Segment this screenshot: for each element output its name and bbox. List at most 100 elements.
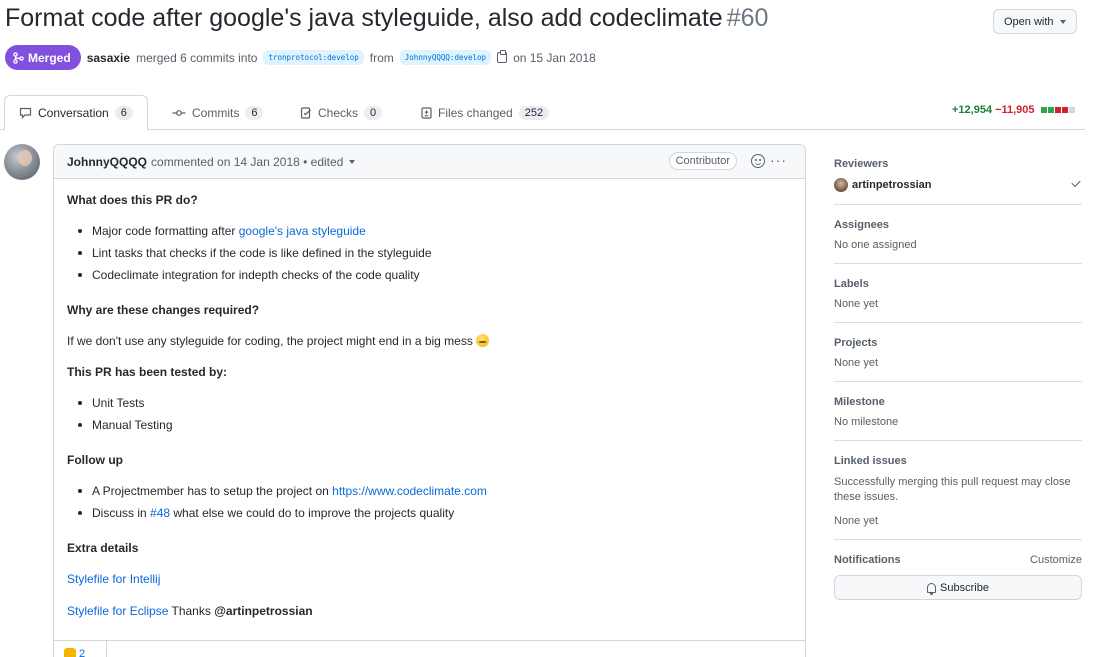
status-badge-label: Merged bbox=[28, 50, 71, 65]
list-item-text: A Projectmember has to setup the project… bbox=[92, 484, 333, 498]
sidebar-heading[interactable]: Reviewers bbox=[834, 158, 1082, 170]
tab-commits[interactable]: Commits 6 bbox=[172, 95, 264, 130]
commit-icon bbox=[172, 109, 186, 116]
comment-author[interactable]: JohnnyQQQQ bbox=[67, 155, 147, 169]
projects-section: Projects None yet bbox=[834, 323, 1082, 382]
additions-count: +12,954 bbox=[952, 104, 993, 116]
list-item: Unit Tests bbox=[67, 395, 792, 417]
stylefile-eclipse-link[interactable]: Stylefile for Eclipse bbox=[67, 604, 168, 618]
tab-label: Conversation bbox=[38, 106, 109, 120]
diffstat-block bbox=[1054, 107, 1061, 113]
from-text: from bbox=[369, 50, 394, 65]
diffstat-block bbox=[1061, 107, 1068, 113]
merged-text: merged 6 commits into bbox=[136, 50, 258, 65]
head-branch[interactable]: JohnnyQQQQ:develop bbox=[399, 50, 492, 65]
merge-date: on 15 Jan 2018 bbox=[513, 50, 596, 65]
sidebar-heading[interactable]: Milestone bbox=[834, 396, 1082, 408]
pr-number: #60 bbox=[726, 4, 769, 32]
styleguide-link[interactable]: google's java styleguide bbox=[239, 224, 366, 238]
tab-files-changed[interactable]: Files changed 252 bbox=[421, 95, 550, 130]
notifications-header: Notifications Customize bbox=[834, 554, 1082, 566]
diffstat-block bbox=[1047, 107, 1054, 113]
pr-title: Format code after google's java stylegui… bbox=[5, 4, 723, 32]
reaction-count: 2 bbox=[79, 648, 86, 657]
subscribe-button[interactable]: Subscribe bbox=[834, 575, 1082, 600]
list-item: Discuss in #48 what else we could do to … bbox=[67, 505, 792, 527]
list-item: Manual Testing bbox=[67, 417, 792, 439]
tab-counter: 6 bbox=[245, 105, 264, 120]
comment-meta[interactable]: commented on 14 Jan 2018 • edited bbox=[151, 155, 343, 169]
bell-icon bbox=[927, 582, 937, 595]
more-options-icon[interactable]: ··· bbox=[770, 152, 787, 168]
issue-link[interactable]: #48 bbox=[150, 506, 170, 520]
merge-icon bbox=[13, 51, 24, 64]
list-item-text: what else we could do to improve the pro… bbox=[170, 506, 455, 520]
author-avatar[interactable] bbox=[4, 144, 40, 180]
chevron-down-icon[interactable] bbox=[349, 159, 356, 164]
labels-section: Labels None yet bbox=[834, 264, 1082, 323]
copy-icon[interactable] bbox=[497, 50, 508, 63]
assignees-value: No one assigned bbox=[834, 239, 917, 251]
user-mention[interactable]: @artinpetrossian bbox=[214, 604, 312, 618]
what-list: Major code formatting after google's jav… bbox=[67, 223, 792, 289]
add-reaction-icon[interactable] bbox=[751, 154, 765, 168]
avatar bbox=[834, 178, 848, 192]
file-diff-icon bbox=[421, 106, 432, 119]
paragraph-text: If we don't use any styleguide for codin… bbox=[67, 334, 473, 348]
reviewer-item[interactable]: artinpetrossian bbox=[834, 178, 1082, 192]
pr-meta: Merged sasaxie merged 6 commits into tro… bbox=[5, 45, 596, 70]
diffstat-block bbox=[1068, 107, 1075, 113]
reviewer-name: artinpetrossian bbox=[852, 179, 932, 191]
linked-issues-value: None yet bbox=[834, 515, 879, 527]
linked-issues-note: Successfully merging this pull request m… bbox=[834, 476, 1071, 503]
follow-list: A Projectmember has to setup the project… bbox=[67, 483, 792, 527]
tab-label: Commits bbox=[192, 105, 240, 120]
open-with-label: Open with bbox=[1004, 15, 1054, 28]
list-item: Codeclimate integration for indepth chec… bbox=[67, 267, 792, 289]
labels-value: None yet bbox=[834, 298, 879, 310]
comment-header: JohnnyQQQQ commented on 14 Jan 2018 • ed… bbox=[54, 145, 805, 179]
list-item: A Projectmember has to setup the project… bbox=[67, 483, 792, 505]
section-heading: Extra details bbox=[67, 541, 139, 555]
tab-checks[interactable]: Checks 0 bbox=[300, 95, 383, 130]
tab-label: Checks bbox=[318, 105, 359, 120]
stylefile-intellij-link[interactable]: Stylefile for Intellij bbox=[67, 572, 160, 586]
notifications-title: Notifications bbox=[834, 554, 901, 566]
diffstat-block bbox=[1040, 107, 1047, 113]
paragraph: Stylefile for Eclipse Thanks @artinpetro… bbox=[67, 603, 792, 619]
pr-description-comment: JohnnyQQQQ commented on 14 Jan 2018 • ed… bbox=[53, 144, 806, 657]
section-heading: Follow up bbox=[67, 453, 123, 467]
milestone-value: No milestone bbox=[834, 416, 899, 428]
assignees-section: Assignees No one assigned bbox=[834, 205, 1082, 264]
contributor-badge: Contributor bbox=[668, 152, 737, 170]
paragraph: If we don't use any styleguide for codin… bbox=[67, 333, 792, 349]
milestone-section: Milestone No milestone bbox=[834, 382, 1082, 441]
sidebar-heading[interactable]: Linked issues bbox=[834, 455, 1082, 467]
codeclimate-link[interactable]: https://www.codeclimate.com bbox=[332, 484, 487, 498]
checklist-icon bbox=[300, 106, 311, 119]
list-item: Major code formatting after google's jav… bbox=[67, 223, 792, 245]
tab-counter: 6 bbox=[114, 106, 133, 120]
page-title: Format code after google's java stylegui… bbox=[5, 4, 768, 33]
subscribe-label: Subscribe bbox=[940, 581, 989, 594]
base-branch[interactable]: tronprotocol:develop bbox=[263, 50, 364, 65]
sidebar: Reviewers artinpetrossian Assignees No o… bbox=[834, 144, 1082, 600]
divider bbox=[106, 641, 107, 657]
sidebar-heading[interactable]: Labels bbox=[834, 278, 1082, 290]
diffstat-blocks bbox=[1040, 107, 1075, 113]
merger-link[interactable]: sasaxie bbox=[87, 51, 130, 65]
thumbs-up-icon bbox=[64, 648, 76, 657]
open-with-button[interactable]: Open with bbox=[993, 9, 1077, 34]
customize-link[interactable]: Customize bbox=[1030, 554, 1082, 566]
linked-issues-section: Linked issues Successfully merging this … bbox=[834, 441, 1082, 540]
section-heading: Why are these changes required? bbox=[67, 303, 260, 317]
tab-conversation[interactable]: Conversation 6 bbox=[4, 95, 148, 131]
sidebar-heading[interactable]: Assignees bbox=[834, 219, 1082, 231]
thumbs-up-reaction[interactable]: 2 bbox=[64, 648, 85, 657]
comment-icon bbox=[19, 107, 32, 119]
pr-tabs: Conversation 6 Commits 6 Checks 0 Files … bbox=[0, 95, 1085, 131]
list-item-text: Major code formatting after bbox=[92, 224, 239, 238]
projects-value: None yet bbox=[834, 357, 879, 369]
sidebar-heading[interactable]: Projects bbox=[834, 337, 1082, 349]
grimacing-emoji-icon bbox=[476, 334, 490, 347]
